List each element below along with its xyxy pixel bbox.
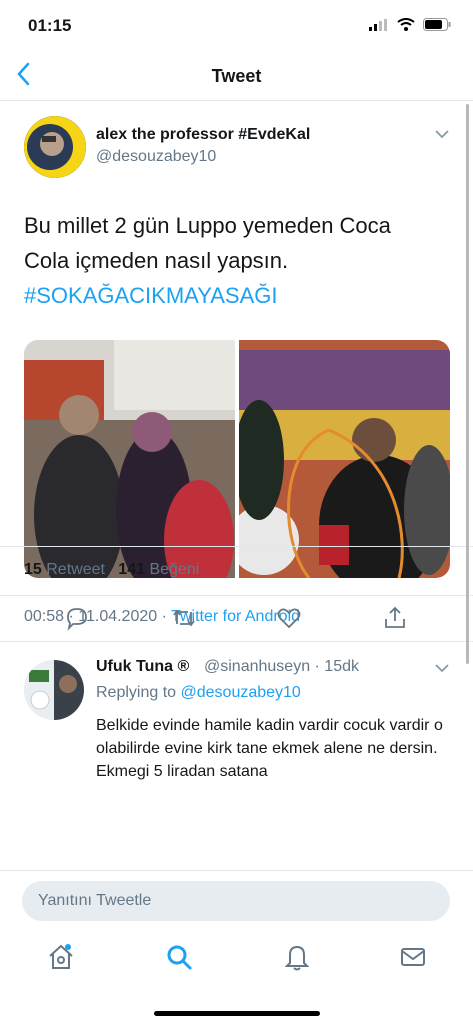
home-indicator (154, 1011, 320, 1016)
media-photo-1[interactable] (24, 340, 235, 578)
author-handle[interactable]: @desouzabey10 (96, 148, 216, 166)
author-name[interactable]: alex the professor #EvdeKal (96, 126, 310, 144)
reply-author-handle[interactable]: @sinanhuseyn · 15dk (204, 658, 359, 676)
reply-tweet[interactable]: Ufuk Tuna ® @sinanhuseyn · 15dk Replying… (0, 650, 473, 780)
like-count[interactable]: 141 (118, 561, 145, 578)
status-icons (369, 18, 451, 31)
tweet-actions (0, 595, 473, 642)
tweet-text: Bu millet 2 gün Luppo yemeden Coca Cola … (24, 208, 444, 313)
scrollbar[interactable] (466, 104, 469, 664)
hashtag-link[interactable]: #SOKAĞACIKMAYASAĞI (24, 278, 444, 313)
search-icon[interactable] (164, 942, 194, 972)
status-time: 01:15 (28, 16, 72, 35)
retweet-count[interactable]: 15 (24, 561, 42, 578)
tweet-media[interactable] (24, 340, 450, 578)
notifications-icon[interactable] (282, 942, 312, 972)
retweet-label[interactable]: Retweet (46, 561, 105, 578)
reply-input-placeholder: Yanıtını Tweetle (38, 892, 152, 909)
reply-chevron-down-icon[interactable] (435, 660, 449, 676)
compose-bar: Yanıtını Tweetle (0, 870, 473, 933)
replying-to-handle[interactable]: @desouzabey10 (181, 684, 301, 701)
home-icon[interactable] (46, 942, 76, 972)
signal-icon (369, 18, 387, 31)
reply-icon[interactable] (64, 605, 90, 631)
messages-icon[interactable] (398, 942, 428, 972)
replying-to: Replying to @desouzabey10 (96, 684, 301, 702)
nav-bar: Tweet (0, 52, 473, 101)
reply-avatar[interactable] (24, 660, 84, 720)
reply-text: Belkide evinde hamile kadin vardir cocuk… (96, 717, 443, 780)
chevron-down-icon[interactable] (435, 126, 449, 142)
tweet-stats: 15 Retweet 141 Beğeni (0, 546, 473, 596)
status-bar: 01:15 (0, 0, 473, 52)
tweet-text-line-2: Cola içmeden nasıl yapsın. (24, 248, 289, 273)
replying-to-prefix: Replying to (96, 684, 181, 701)
reply-input[interactable]: Yanıtını Tweetle (22, 881, 450, 921)
tab-bar (0, 932, 473, 1024)
reply-author-name[interactable]: Ufuk Tuna ® (96, 658, 189, 676)
media-photo-2[interactable] (229, 340, 450, 578)
like-label[interactable]: Beğeni (149, 561, 199, 578)
page-title: Tweet (211, 66, 262, 86)
like-icon[interactable] (276, 605, 302, 631)
battery-icon (423, 18, 451, 31)
author-avatar[interactable] (24, 116, 86, 178)
wifi-icon (397, 18, 415, 31)
tweet-text-line-1: Bu millet 2 gün Luppo yemeden Coca (24, 213, 391, 238)
retweet-icon[interactable] (171, 605, 197, 631)
share-icon[interactable] (382, 605, 408, 631)
